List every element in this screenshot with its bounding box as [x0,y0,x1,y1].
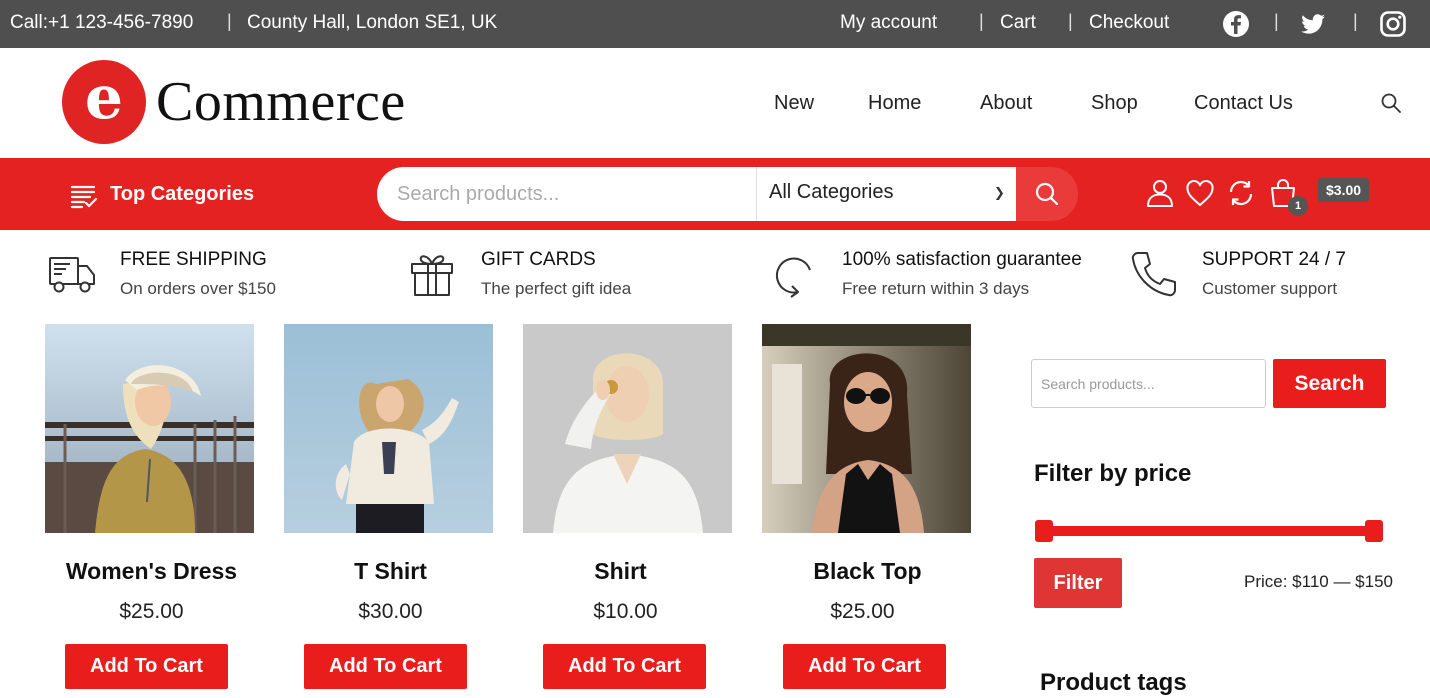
separator: | [227,11,232,31]
filter-button[interactable]: Filter [1034,558,1122,608]
product-price: $10.00 [593,600,658,623]
user-icon[interactable] [1145,178,1175,208]
product-search-box: All Categories ❯ [377,167,1017,221]
logo-text[interactable]: Commerce [156,70,406,134]
separator: | [1274,11,1279,31]
my-account-link[interactable]: My account [840,12,937,34]
nav-shop[interactable]: Shop [1091,92,1138,115]
add-to-cart-button[interactable]: Add To Cart [304,644,467,689]
instagram-icon[interactable] [1379,10,1407,38]
product-price: $25.00 [830,600,895,623]
phone-icon [1131,252,1176,297]
search-icon[interactable] [1380,92,1402,114]
feature-subtitle: On orders over $150 [120,279,276,298]
feature-title: FREE SHIPPING [120,249,267,270]
separator: | [979,11,984,31]
sidebar-search-input[interactable] [1031,359,1266,408]
search-button[interactable] [1016,167,1078,221]
sidebar-search-button[interactable]: Search [1273,359,1386,408]
top-bar: Call:+1 123-456-7890 | County Hall, Lond… [0,0,1430,48]
checkout-link[interactable]: Checkout [1089,12,1169,34]
divider [756,167,757,221]
price-range-label: Price: $110 — $150 [1244,572,1393,591]
product-name[interactable]: Black Top [763,558,972,585]
cart-count-badge: 1 [1288,196,1308,216]
product-tags-heading: Product tags [1040,669,1187,696]
chevron-down-icon[interactable]: ❯ [994,185,1005,201]
heart-icon[interactable] [1185,178,1215,208]
feature-title: GIFT CARDS [481,249,596,270]
cart-total[interactable]: $3.00 [1318,178,1370,202]
black-top-photo [762,324,971,533]
feature-subtitle: The perfect gift idea [481,279,632,298]
shirt-photo [523,324,732,533]
filter-by-price-heading: Filter by price [1034,460,1192,487]
add-to-cart-button[interactable]: Add To Cart [543,644,706,689]
feature-title: SUPPORT 24 / 7 [1202,249,1346,270]
feature-subtitle: Free return within 3 days [842,279,1030,298]
add-to-cart-button[interactable]: Add To Cart [783,644,946,689]
nav-home[interactable]: Home [868,92,921,115]
category-select[interactable]: All Categories [769,181,894,204]
product-name[interactable]: Shirt [516,558,725,585]
feature-subtitle: Customer support [1202,279,1338,298]
list-menu-icon[interactable] [70,183,98,209]
refresh-icon [775,257,811,298]
search-input[interactable] [397,179,747,209]
logo-mark[interactable]: e [62,60,146,144]
womens-dress-photo [45,324,254,533]
product-image[interactable] [762,324,971,533]
separator: | [1353,11,1358,31]
nav-contact-us[interactable]: Contact Us [1194,92,1293,115]
address: County Hall, London SE1, UK [247,12,498,33]
facebook-icon[interactable] [1222,10,1250,38]
search-icon [1035,182,1059,206]
price-slider-track[interactable] [1042,526,1382,536]
product-price: $30.00 [358,600,423,623]
gift-icon [411,255,453,296]
compare-icon[interactable] [1226,178,1256,208]
product-name[interactable]: Women's Dress [47,558,256,585]
nav-new[interactable]: New [774,92,814,115]
product-name[interactable]: T Shirt [286,558,495,585]
twitter-icon[interactable] [1299,10,1327,38]
price-slider-max-handle[interactable] [1365,520,1383,542]
add-to-cart-button[interactable]: Add To Cart [65,644,228,689]
truck-icon [49,257,95,293]
t-shirt-photo [284,324,493,533]
product-image[interactable] [523,324,732,533]
nav-about[interactable]: About [980,92,1032,115]
product-image[interactable] [45,324,254,533]
feature-title: 100% satisfaction guarantee [842,249,1082,270]
product-price: $25.00 [119,600,184,623]
product-image[interactable] [284,324,493,533]
separator: | [1068,11,1073,31]
top-categories-button[interactable]: Top Categories [110,183,254,206]
cart-link[interactable]: Cart [1000,12,1036,34]
price-slider-min-handle[interactable] [1035,520,1053,542]
phone-number: Call:+1 123-456-7890 [10,12,194,33]
